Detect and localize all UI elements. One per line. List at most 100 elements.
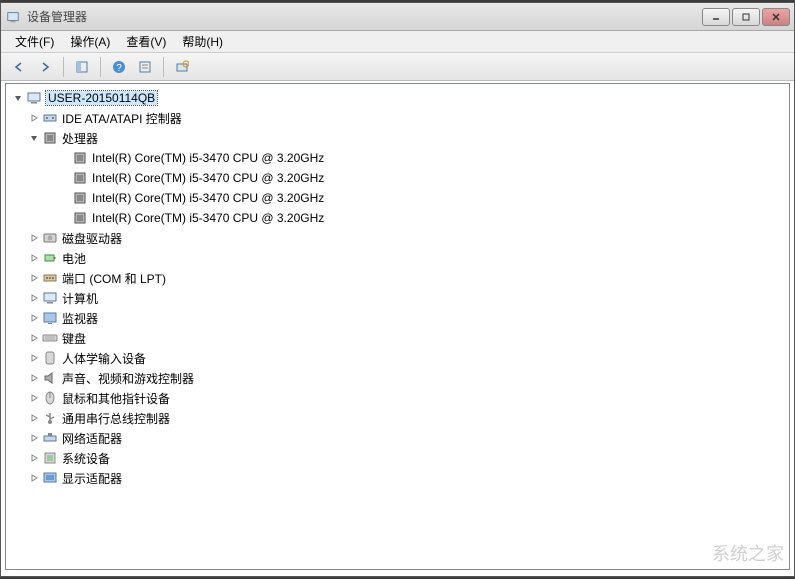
- battery-icon: [42, 250, 58, 266]
- tree-device-label: Intel(R) Core(TM) i5-3470 CPU @ 3.20GHz: [92, 211, 324, 225]
- expander-none: [58, 172, 70, 184]
- menu-help[interactable]: 帮助(H): [174, 31, 231, 52]
- tree-category[interactable]: 通用串行总线控制器: [6, 408, 789, 428]
- toolbar-separator: [163, 57, 164, 77]
- window-title: 设备管理器: [27, 8, 702, 25]
- expander-closed-icon[interactable]: [28, 412, 40, 424]
- hid-icon: [42, 350, 58, 366]
- display-icon: [42, 470, 58, 486]
- disk-icon: [42, 230, 58, 246]
- computer-icon: [26, 90, 42, 106]
- expander-closed-icon[interactable]: [28, 392, 40, 404]
- tree-category[interactable]: 鼠标和其他指针设备: [6, 388, 789, 408]
- tree-category-label: 磁盘驱动器: [62, 230, 122, 247]
- tree-category-label: 鼠标和其他指针设备: [62, 390, 170, 407]
- expander-none: [58, 192, 70, 204]
- tree-category[interactable]: 人体学输入设备: [6, 348, 789, 368]
- expander-closed-icon[interactable]: [28, 112, 40, 124]
- tree-category-label: 网络适配器: [62, 430, 122, 447]
- tree-category[interactable]: 键盘: [6, 328, 789, 348]
- tree-device-label: Intel(R) Core(TM) i5-3470 CPU @ 3.20GHz: [92, 151, 324, 165]
- tree-category[interactable]: 系统设备: [6, 448, 789, 468]
- device-manager-window: 设备管理器 文件(F) 操作(A) 查看(V) 帮助(H) ? USER-201…: [0, 2, 795, 577]
- expander-closed-icon[interactable]: [28, 352, 40, 364]
- expander-none: [58, 212, 70, 224]
- cpu-icon: [72, 170, 88, 186]
- expander-closed-icon[interactable]: [28, 472, 40, 484]
- computer-icon: [42, 290, 58, 306]
- maximize-button[interactable]: [732, 8, 760, 26]
- expander-closed-icon[interactable]: [28, 252, 40, 264]
- tree-device[interactable]: Intel(R) Core(TM) i5-3470 CPU @ 3.20GHz: [6, 188, 789, 208]
- menu-file[interactable]: 文件(F): [7, 31, 62, 52]
- tree-category-label: 人体学输入设备: [62, 350, 146, 367]
- expander-closed-icon[interactable]: [28, 292, 40, 304]
- device-tree[interactable]: USER-20150114QB IDE ATA/ATAPI 控制器处理器 Intel…: [5, 83, 790, 570]
- monitor-icon: [42, 310, 58, 326]
- window-buttons: [702, 8, 790, 26]
- cpu-icon: [72, 190, 88, 206]
- tree-category-label: 通用串行总线控制器: [62, 410, 170, 427]
- tree-category[interactable]: IDE ATA/ATAPI 控制器: [6, 108, 789, 128]
- expander-closed-icon[interactable]: [28, 452, 40, 464]
- cpu-icon: [72, 210, 88, 226]
- menu-view[interactable]: 查看(V): [118, 31, 174, 52]
- menubar: 文件(F) 操作(A) 查看(V) 帮助(H): [1, 31, 794, 53]
- close-button[interactable]: [762, 8, 790, 26]
- expander-open-icon[interactable]: [12, 92, 24, 104]
- svg-text:?: ?: [116, 63, 122, 74]
- tree-category[interactable]: 声音、视频和游戏控制器: [6, 368, 789, 388]
- tree-device[interactable]: Intel(R) Core(TM) i5-3470 CPU @ 3.20GHz: [6, 148, 789, 168]
- tree-device-label: Intel(R) Core(TM) i5-3470 CPU @ 3.20GHz: [92, 191, 324, 205]
- toolbar-separator: [100, 57, 101, 77]
- tree-device[interactable]: Intel(R) Core(TM) i5-3470 CPU @ 3.20GHz: [6, 168, 789, 188]
- scan-hardware-button[interactable]: [170, 56, 194, 78]
- expander-closed-icon[interactable]: [28, 372, 40, 384]
- expander-open-icon[interactable]: [28, 132, 40, 144]
- port-icon: [42, 270, 58, 286]
- tree-category[interactable]: 电池: [6, 248, 789, 268]
- keyboard-icon: [42, 330, 58, 346]
- titlebar[interactable]: 设备管理器: [1, 3, 794, 31]
- tree-category[interactable]: 磁盘驱动器: [6, 228, 789, 248]
- tree-category[interactable]: 显示适配器: [6, 468, 789, 488]
- expander-closed-icon[interactable]: [28, 332, 40, 344]
- tree-category-label: IDE ATA/ATAPI 控制器: [62, 110, 182, 127]
- expander-none: [58, 152, 70, 164]
- controller-icon: [42, 110, 58, 126]
- expander-closed-icon[interactable]: [28, 272, 40, 284]
- help-button[interactable]: ?: [107, 56, 131, 78]
- tree-category-label: 显示适配器: [62, 470, 122, 487]
- tree-device-label: Intel(R) Core(TM) i5-3470 CPU @ 3.20GHz: [92, 171, 324, 185]
- back-button[interactable]: [7, 56, 31, 78]
- tree-root-label: USER-20150114QB: [46, 91, 157, 105]
- tree-category[interactable]: 网络适配器: [6, 428, 789, 448]
- tree-category-label: 声音、视频和游戏控制器: [62, 370, 194, 387]
- usb-icon: [42, 410, 58, 426]
- tree-category-label: 键盘: [62, 330, 86, 347]
- tree-category-label: 电池: [62, 250, 86, 267]
- properties-button[interactable]: [133, 56, 157, 78]
- tree-category-label: 端口 (COM 和 LPT): [62, 270, 166, 287]
- forward-button[interactable]: [33, 56, 57, 78]
- expander-closed-icon[interactable]: [28, 312, 40, 324]
- tree-category-label: 监视器: [62, 310, 98, 327]
- tree-category-label: 处理器: [62, 130, 98, 147]
- tree-device[interactable]: Intel(R) Core(TM) i5-3470 CPU @ 3.20GHz: [6, 208, 789, 228]
- tree-root[interactable]: USER-20150114QB: [6, 88, 789, 108]
- tree-category[interactable]: 监视器: [6, 308, 789, 328]
- sound-icon: [42, 370, 58, 386]
- menu-action[interactable]: 操作(A): [62, 31, 118, 52]
- cpu-icon: [42, 130, 58, 146]
- app-icon: [5, 9, 21, 25]
- expander-closed-icon[interactable]: [28, 232, 40, 244]
- mouse-icon: [42, 390, 58, 406]
- tree-category[interactable]: 处理器: [6, 128, 789, 148]
- toolbar: ?: [1, 53, 794, 81]
- minimize-button[interactable]: [702, 8, 730, 26]
- tree-category[interactable]: 端口 (COM 和 LPT): [6, 268, 789, 288]
- show-hide-console-button[interactable]: [70, 56, 94, 78]
- expander-closed-icon[interactable]: [28, 432, 40, 444]
- toolbar-separator: [63, 57, 64, 77]
- tree-category[interactable]: 计算机: [6, 288, 789, 308]
